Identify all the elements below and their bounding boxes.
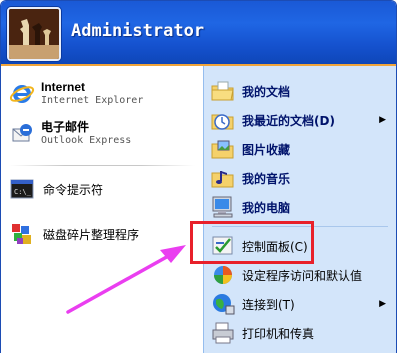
- pointer-arrow-annotation: [66, 245, 186, 314]
